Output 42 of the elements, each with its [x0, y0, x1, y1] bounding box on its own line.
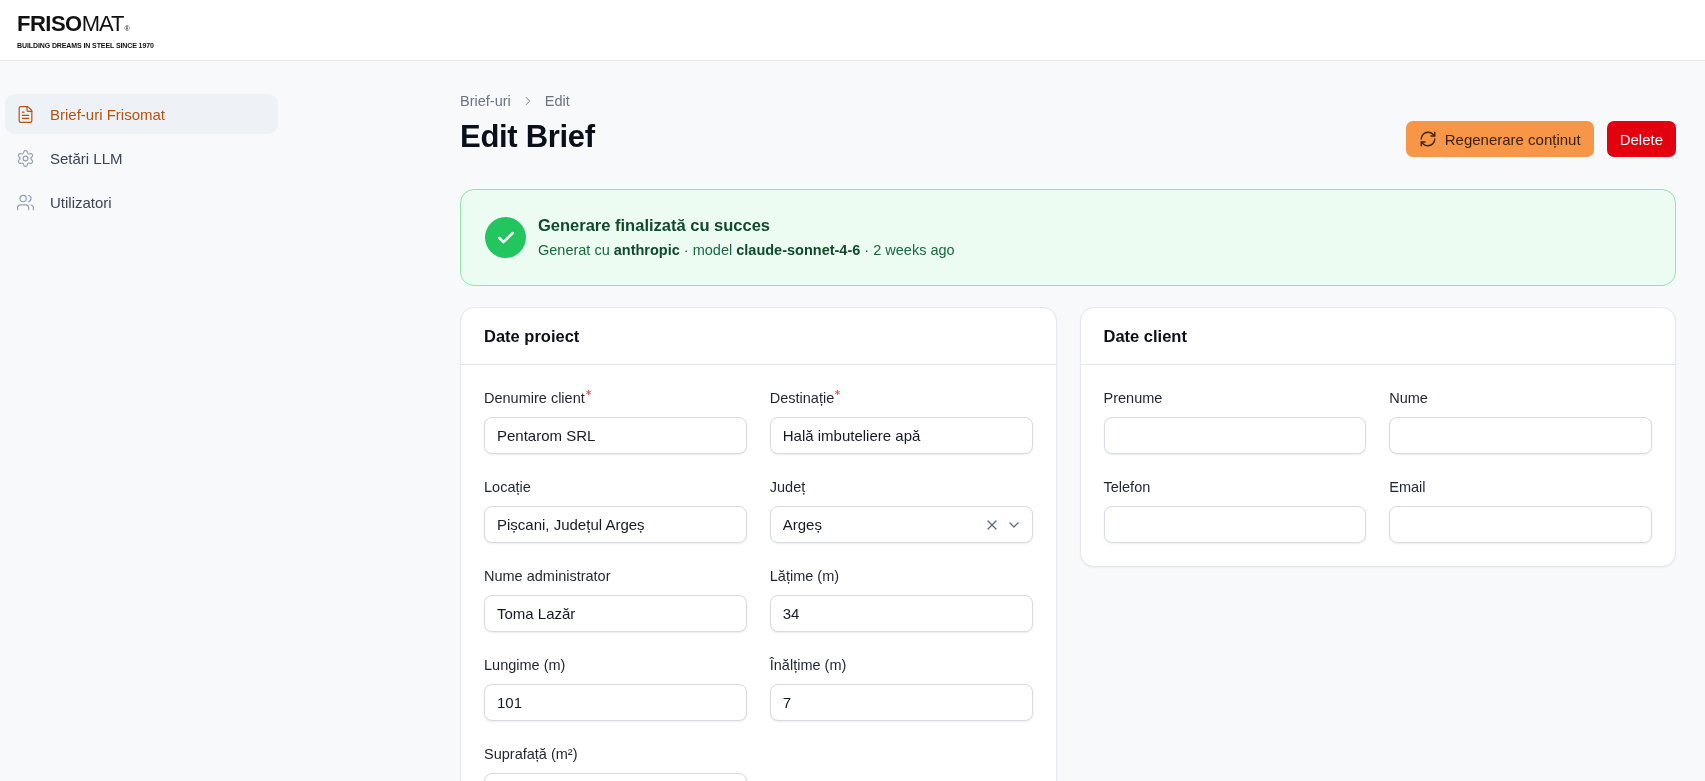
input-field[interactable]	[1103, 417, 1367, 454]
users-icon	[16, 192, 35, 212]
field-label: Județ	[769, 478, 806, 497]
input-field[interactable]	[1103, 506, 1367, 543]
input-field[interactable]: Pișcani, Județul Argeș	[484, 506, 747, 543]
regenerate-button[interactable]: Regenerare conținut	[1405, 121, 1594, 157]
document-icon	[16, 104, 35, 124]
field-label: Suprafață (m²)	[484, 745, 578, 764]
field-label: Denumire client	[484, 389, 585, 408]
field-label: Prenume	[1103, 389, 1163, 408]
page-title: Edit Brief	[460, 118, 595, 156]
field-label: Destinație	[769, 389, 835, 408]
sidebar-item[interactable]: Brief-uri Frisomat	[5, 94, 278, 134]
sidebar-item[interactable]: Setări LLM	[5, 138, 278, 178]
field-label: Nume administrator	[484, 567, 611, 586]
input-field[interactable]: 101	[484, 684, 747, 721]
breadcrumb-current: Edit	[544, 93, 570, 109]
input-field[interactable]: 7	[769, 684, 1033, 721]
sidebar-item[interactable]: Utilizatori	[5, 182, 278, 222]
breadcrumb-link[interactable]: Brief-uri	[460, 93, 511, 109]
input-field[interactable]: Pentarom SRL	[484, 417, 747, 454]
select-field[interactable]: Argeș	[769, 506, 1033, 543]
input-field[interactable]: 34	[769, 595, 1033, 632]
input-field[interactable]	[1389, 417, 1652, 454]
field-label: Telefon	[1103, 478, 1151, 497]
input-field[interactable]: Toma Lazăr	[484, 595, 747, 632]
field-label: Lungime (m)	[484, 656, 566, 675]
settings-icon	[16, 148, 35, 168]
delete-button[interactable]: Delete	[1606, 121, 1676, 157]
card-title: Date proiect	[484, 326, 580, 346]
banner-text: Generat cu anthropic · model claude-sonnet-4-6 · 2 weeks ago	[538, 241, 955, 260]
banner-title: Generare finalizată cu succes	[538, 215, 772, 236]
check-circle-icon	[485, 217, 526, 258]
card-title: Date client	[1103, 326, 1187, 346]
field-label: Lățime (m)	[769, 567, 840, 586]
input-field[interactable]: Hală imbuteliere apă	[769, 417, 1033, 454]
field-label: Nume	[1389, 389, 1428, 408]
field-label: Înălțime (m)	[769, 656, 847, 675]
field-label: Email	[1389, 478, 1426, 497]
field-label: Locație	[484, 478, 531, 497]
refresh-icon	[1418, 130, 1437, 148]
input-field[interactable]	[1389, 506, 1652, 543]
